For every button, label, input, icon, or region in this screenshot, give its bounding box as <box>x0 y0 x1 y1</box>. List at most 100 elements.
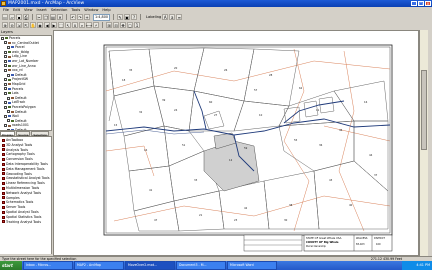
taskbar-task[interactable]: MoveOver2.mxd... <box>125 261 175 270</box>
layer-symbol-icon <box>8 51 11 54</box>
layout-zoom-in-icon[interactable]: ⊞ <box>106 22 112 28</box>
taskbar-task[interactable]: Document3 - M... <box>176 261 226 270</box>
start-button[interactable]: start <box>0 261 22 270</box>
taskbar-task[interactable]: MAP2 - ArcMap <box>74 261 124 270</box>
tab-display[interactable]: Display <box>0 131 16 137</box>
layer-checkbox[interactable] <box>4 101 7 105</box>
parcel-number-label: 10 <box>259 113 263 117</box>
layer-checkbox[interactable] <box>7 119 10 123</box>
table-of-contents: Layers Parcels nc_CentralOutlet Parcel wxlc… <box>0 30 52 130</box>
arcmap-app-icon <box>1 1 6 6</box>
help-icon[interactable]: ? <box>131 14 138 20</box>
find-icon[interactable]: ⌕ <box>79 22 85 28</box>
layer-checkbox[interactable] <box>4 114 7 118</box>
paste-icon[interactable]: ▤ <box>50 14 56 20</box>
maximize-button[interactable]: □ <box>418 1 424 6</box>
copy-icon[interactable]: ❐ <box>43 14 49 20</box>
parcel-number-label: 24 <box>174 108 178 112</box>
minimize-button[interactable]: _ <box>411 1 417 6</box>
parcel-number-label: 32 <box>139 110 143 114</box>
parcel-number-label: 41 <box>149 188 153 192</box>
parcel-number-label: 42 <box>244 206 248 210</box>
title-line-3: Parcel Ownership <box>306 245 326 248</box>
zoom-whole-page-icon[interactable]: ▢ <box>127 22 133 28</box>
map-canvas[interactable]: 35 20 26 28 32 24 27 10 11 16 14 33 41 42 38 40 36 44 47 21… <box>54 31 419 256</box>
toolbox-icon <box>2 220 5 224</box>
full-extent-icon[interactable]: ◉ <box>37 22 43 28</box>
next-extent-icon[interactable]: ▶ <box>51 22 57 28</box>
zoom-100-icon[interactable]: 1 <box>134 22 140 28</box>
print-icon[interactable]: ⎙ <box>23 14 29 20</box>
layer-checkbox[interactable] <box>4 59 7 63</box>
toolbox-icon <box>2 196 5 200</box>
new-icon[interactable]: ▭ <box>2 14 8 20</box>
measure-icon[interactable]: ⟷ <box>86 22 92 28</box>
parcel-number-label: 46 <box>339 128 343 132</box>
tab-source[interactable]: Source <box>16 131 31 137</box>
taskbar-task[interactable]: Microsoft Word <box>227 261 277 270</box>
toolbox-icon <box>2 158 5 162</box>
fixed-zoom-in-icon[interactable]: ⇲ <box>16 22 22 28</box>
map-layout-view[interactable]: 35 20 26 28 32 24 27 10 11 16 14 33 41 42 38 40 36 44 47 21… <box>53 30 419 256</box>
system-tray-clock: 4:41 PM <box>402 261 432 270</box>
left-panel: Layers Parcels nc_CentralOutlet Parcel wxlc… <box>0 30 52 254</box>
layer-checkbox[interactable] <box>4 87 7 91</box>
open-icon[interactable]: ▱ <box>9 14 15 20</box>
layer-checkbox[interactable] <box>4 91 7 95</box>
hyperlink-icon[interactable]: ⚡ <box>93 22 99 28</box>
layer-checkbox[interactable] <box>4 105 7 109</box>
toolbox-icon[interactable]: ▣ <box>124 14 131 20</box>
layer-checkbox[interactable] <box>4 64 7 68</box>
layer-checkbox[interactable] <box>4 41 7 45</box>
map-vertical-scrollbar[interactable] <box>419 30 428 256</box>
labeling-toolbar-label: Labeling <box>146 15 162 19</box>
toolbox-item[interactable]: Tracking Analyst Tools <box>0 220 52 225</box>
scroll-thumb[interactable] <box>421 70 427 150</box>
layer-checkbox[interactable] <box>7 73 10 77</box>
layer-checkbox[interactable] <box>4 78 7 82</box>
previous-extent-icon[interactable]: ◀ <box>44 22 50 28</box>
close-button[interactable]: × <box>425 1 431 6</box>
layer-checkbox[interactable] <box>7 110 10 114</box>
parcel-number-label: 51 <box>182 143 186 147</box>
layer-checkbox[interactable] <box>7 96 10 100</box>
layer-checkbox[interactable] <box>4 50 7 54</box>
pan-icon[interactable]: ✋ <box>30 22 36 28</box>
parcel-number-label: 37 <box>374 173 378 177</box>
map-scale-combo[interactable]: 1:4,800 <box>93 13 111 21</box>
label-manager-icon[interactable]: A <box>162 14 169 20</box>
redo-icon[interactable]: ↷ <box>77 14 83 20</box>
label-weights-icon[interactable]: ≡ <box>176 14 183 20</box>
zoom-out-icon[interactable]: ⊖ <box>9 22 15 28</box>
layer-checkbox[interactable] <box>4 68 7 72</box>
parcel-number-label: 14 <box>144 148 148 152</box>
layout-pan-icon[interactable]: ✥ <box>120 22 126 28</box>
layer-symbol-icon <box>8 106 11 109</box>
layer-checkbox[interactable] <box>4 82 7 86</box>
label-priority-icon[interactable]: a <box>169 14 176 20</box>
editor-icon[interactable]: ✎ <box>117 14 124 20</box>
zoom-in-icon[interactable]: ⊕ <box>2 22 8 28</box>
select-elements-icon[interactable]: ↖ <box>65 22 71 28</box>
add-data-icon[interactable]: + <box>84 14 90 20</box>
undo-icon[interactable]: ↶ <box>70 14 76 20</box>
identify-icon[interactable]: ℹ <box>72 22 78 28</box>
parcel-number-label: 36 <box>319 143 323 147</box>
taskbar-task[interactable]: Inbox - Micros... <box>23 261 73 270</box>
toolbox-icon <box>2 215 5 219</box>
layer-checkbox[interactable] <box>1 36 4 40</box>
parcel-number-label: 39 <box>162 98 166 102</box>
layer-checkbox[interactable] <box>4 124 7 128</box>
save-icon[interactable]: ▪ <box>16 14 22 20</box>
layer-symbol-icon <box>11 119 14 122</box>
delete-icon[interactable]: ✕ <box>57 14 63 20</box>
cut-icon[interactable]: ✂ <box>36 14 42 20</box>
fixed-zoom-out-icon[interactable]: ⇱ <box>23 22 29 28</box>
select-features-icon[interactable]: ⬚ <box>58 22 64 28</box>
parcel-number-label: 20 <box>174 66 178 70</box>
layer-checkbox[interactable] <box>4 55 7 59</box>
tab-selection[interactable]: Selection <box>31 131 50 137</box>
layout-zoom-out-icon[interactable]: ⊟ <box>113 22 119 28</box>
toolbar-separator <box>140 14 142 20</box>
layer-checkbox[interactable] <box>7 45 10 49</box>
